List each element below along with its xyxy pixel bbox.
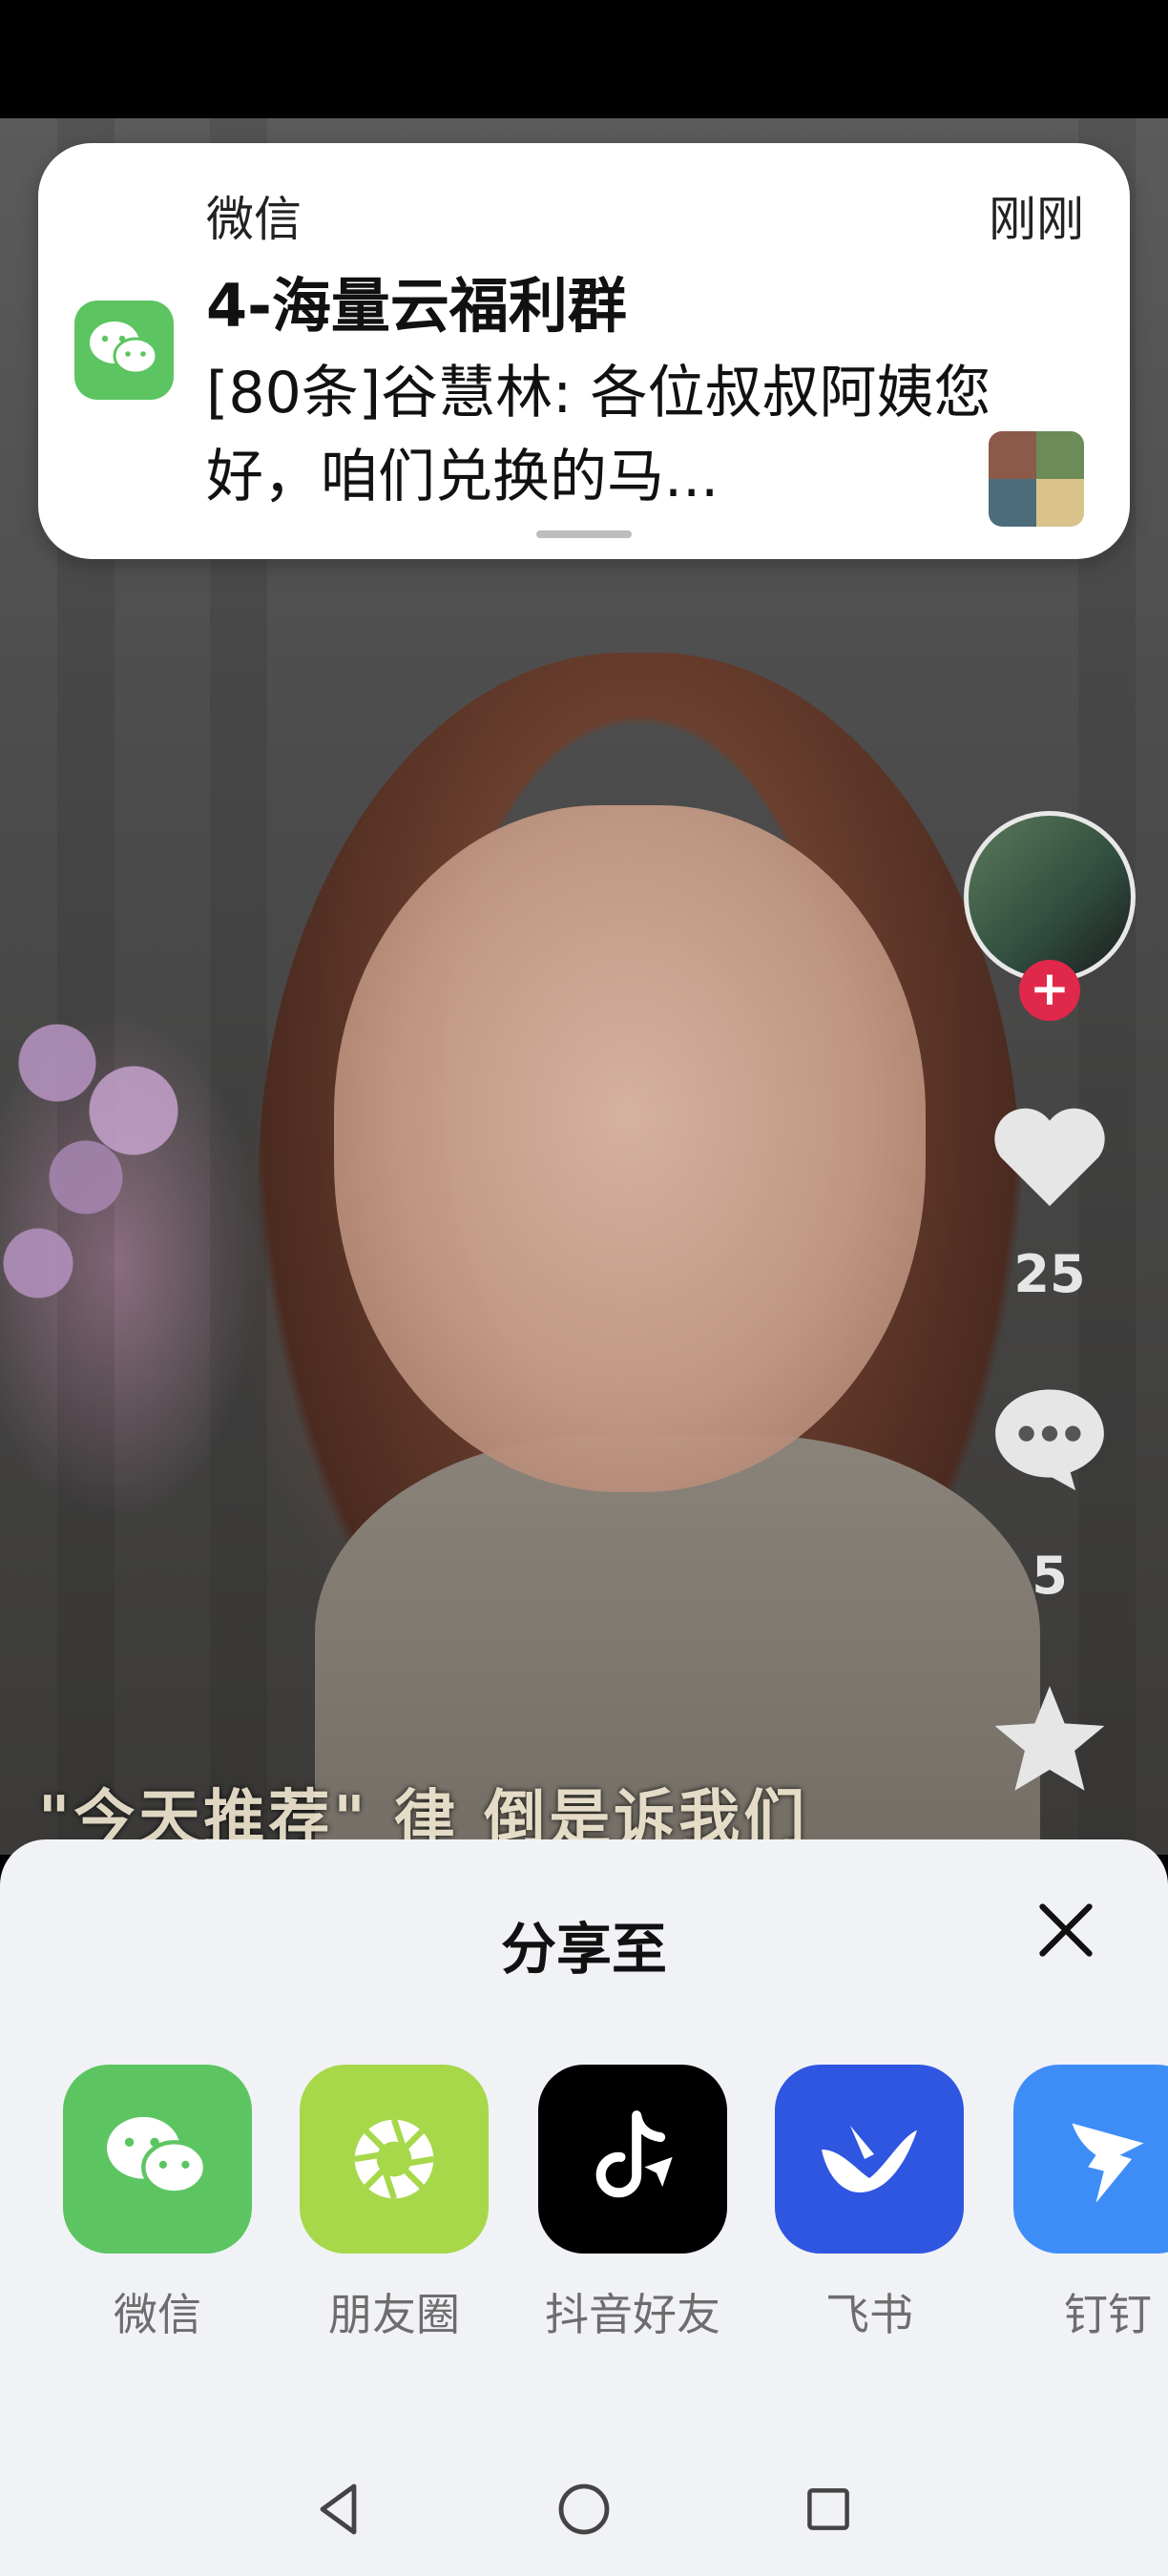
face xyxy=(334,805,926,1492)
share-target-wechat[interactable]: 微信 xyxy=(63,2065,254,2343)
favorite-button[interactable] xyxy=(983,1681,1116,1796)
heart-icon xyxy=(994,1108,1105,1207)
recents-button[interactable] xyxy=(771,2442,886,2576)
comment-count: 5 xyxy=(1032,1546,1068,1606)
status-bar xyxy=(0,0,1168,118)
home-button[interactable] xyxy=(527,2442,641,2576)
notification-time: 刚刚 xyxy=(989,192,1084,247)
comment-icon xyxy=(995,1389,1104,1491)
notification-handle[interactable] xyxy=(536,530,632,538)
home-icon xyxy=(558,2483,610,2535)
wechat-icon xyxy=(74,301,174,400)
navigation-bar xyxy=(0,2442,1168,2576)
share-target-label: 抖音好友 xyxy=(545,2289,720,2340)
share-target-label: 钉钉 xyxy=(1064,2289,1152,2340)
like-count: 25 xyxy=(1013,1244,1086,1304)
share-target-label: 飞书 xyxy=(825,2289,913,2340)
share-target-label: 朋友圈 xyxy=(328,2289,460,2340)
close-button[interactable] xyxy=(1032,1897,1099,1963)
notification-app-name: 微信 xyxy=(206,192,302,247)
wechat-notification[interactable]: 微信 刚刚 4-海量云福利群 [80条]谷慧林: 各位叔叔阿姨您好，咱们兑换的马… xyxy=(38,143,1130,559)
back-button[interactable] xyxy=(282,2442,397,2576)
follow-button[interactable]: + xyxy=(1019,960,1080,1021)
notification-title: 4-海量云福利群 xyxy=(206,271,627,341)
share-target-feishu[interactable]: 飞书 xyxy=(775,2065,966,2343)
flowers xyxy=(0,948,219,1349)
share-target-douyin[interactable]: 抖音好友 xyxy=(538,2065,729,2343)
back-icon xyxy=(320,2483,357,2535)
star-icon xyxy=(994,1686,1105,1791)
comment-button[interactable] xyxy=(983,1381,1116,1496)
share-sheet-title: 分享至 xyxy=(500,1917,667,1982)
share-target-moments[interactable]: 朋友圈 xyxy=(300,2065,490,2343)
moments-icon xyxy=(300,2065,489,2254)
feishu-icon xyxy=(775,2065,964,2254)
creator-avatar[interactable] xyxy=(964,811,1136,983)
recents-icon xyxy=(807,2488,849,2530)
share-target-dingtalk[interactable]: 钉钉 xyxy=(1013,2065,1168,2343)
share-target-label: 微信 xyxy=(114,2289,201,2340)
notification-body: [80条]谷慧林: 各位叔叔阿姨您好，咱们兑换的马... xyxy=(206,360,991,510)
douyin-icon xyxy=(538,2065,727,2254)
dingtalk-icon xyxy=(1013,2065,1168,2254)
group-thumbnail xyxy=(989,431,1084,527)
wechat-icon xyxy=(63,2065,252,2254)
close-icon xyxy=(1039,1903,1093,1957)
like-button[interactable] xyxy=(983,1097,1116,1212)
